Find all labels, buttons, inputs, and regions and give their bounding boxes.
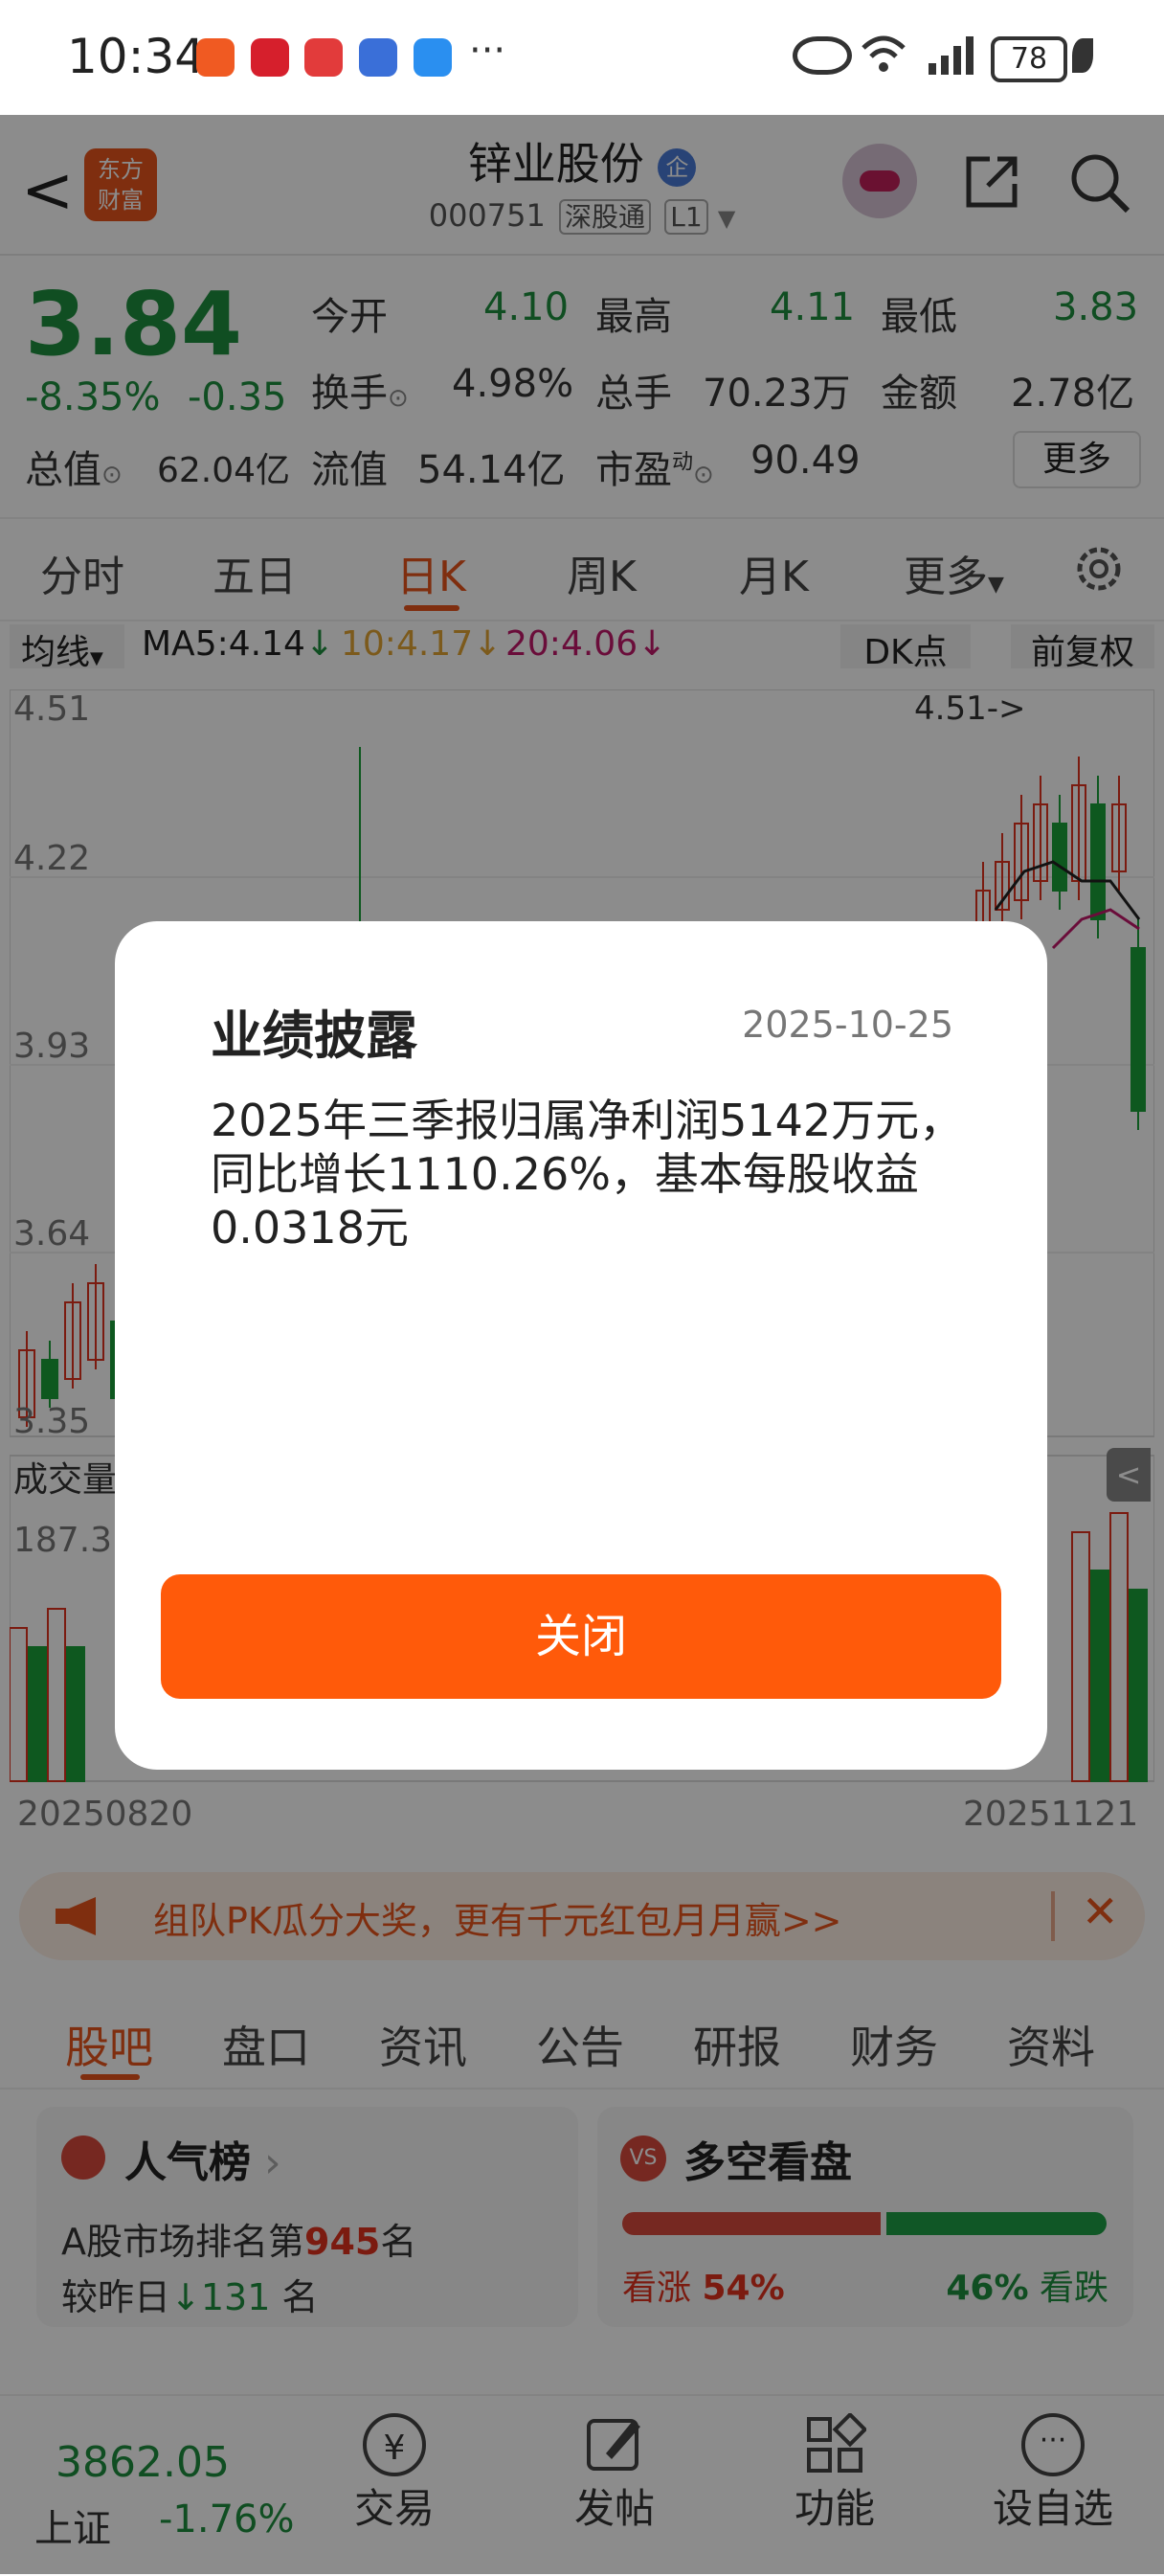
notification-app-icon: [196, 38, 235, 77]
dialog-body: 2025年三季报归属净利润5142万元，同比增长1110.26%，基本每股收益0…: [211, 1095, 964, 1254]
battery-icon: 78: [991, 36, 1067, 82]
leaf-icon: [1072, 38, 1093, 73]
wifi-icon: [860, 33, 907, 77]
more-notifications-icon: ···: [469, 29, 506, 73]
status-bar: 10:34 ··· 78: [0, 0, 1164, 115]
close-button[interactable]: 关闭: [161, 1574, 1001, 1699]
notification-message-icon: [414, 38, 452, 77]
dialog-date: 2025-10-25: [742, 1004, 953, 1046]
dialog-title: 业绩披露: [211, 1006, 417, 1066]
earnings-dialog: 业绩披露 2025-10-25 2025年三季报归属净利润5142万元，同比增长…: [115, 921, 1047, 1770]
signal-icon: [927, 34, 976, 77]
notification-app-icon: [304, 38, 343, 77]
status-time: 10:34: [67, 29, 206, 84]
eye-icon: [793, 36, 852, 75]
notification-app-icon: [359, 38, 397, 77]
notification-bank-icon: [251, 38, 289, 77]
